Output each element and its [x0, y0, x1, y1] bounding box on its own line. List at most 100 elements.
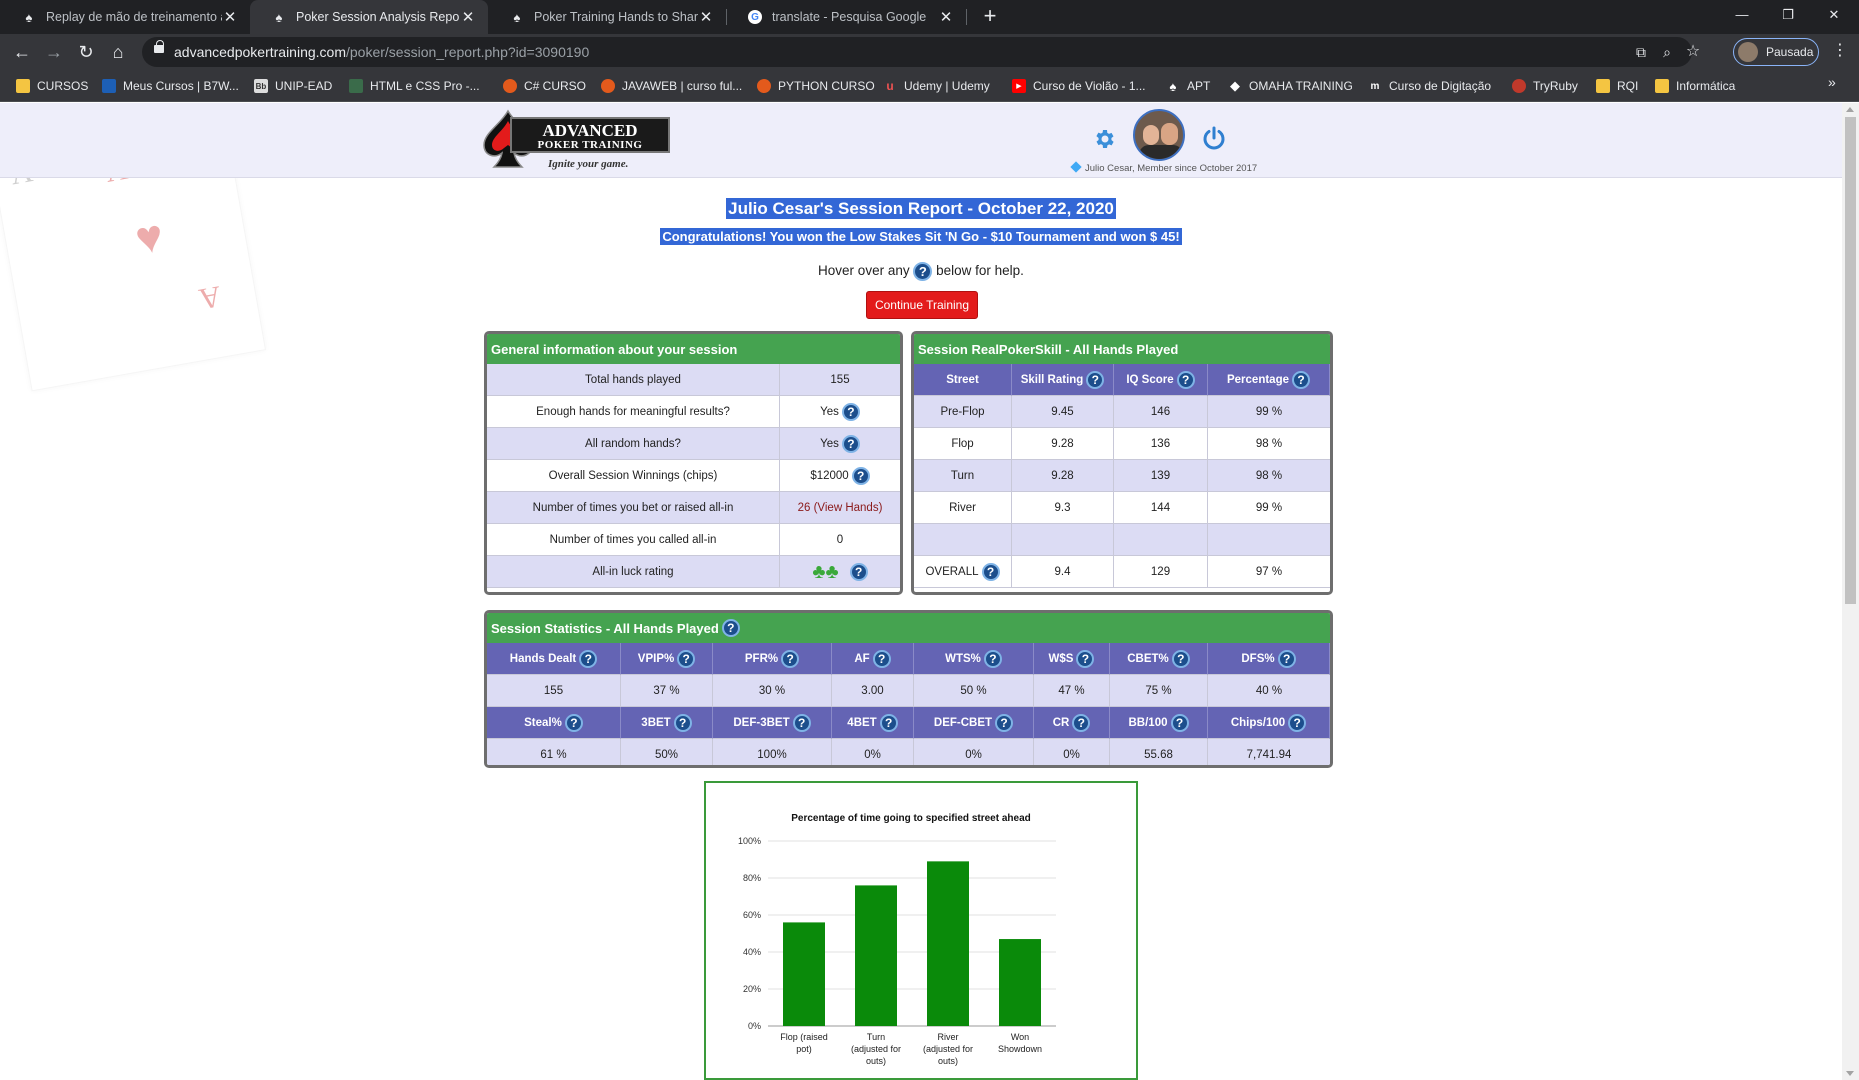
help-question-icon[interactable]: ? [849, 562, 868, 581]
power-logout-icon[interactable] [1201, 125, 1227, 151]
help-question-icon[interactable]: ? [792, 713, 811, 732]
help-question-icon[interactable]: ? [995, 713, 1014, 732]
view-hands-link[interactable]: 26 (View Hands) [780, 492, 900, 524]
bookmark-item[interactable]: CURSOS [16, 76, 88, 96]
help-question-icon[interactable]: ? [1292, 370, 1310, 389]
table-cell: 144 [1114, 492, 1208, 524]
translate-icon[interactable]: ⧉ [1632, 43, 1650, 61]
home-icon[interactable]: ⌂ [106, 41, 130, 63]
menu-kebab-icon[interactable]: ⋮ [1832, 40, 1848, 60]
bookmark-item[interactable]: ◆ OMAHA TRAINING [1228, 76, 1353, 96]
bookmark-item[interactable]: HTML e CSS Pro -... [349, 76, 480, 96]
help-question-icon[interactable]: ? [1076, 649, 1095, 668]
stat-value: 55.68 [1144, 748, 1173, 761]
close-tab-icon[interactable]: ✕ [698, 8, 714, 26]
column-header: Steal% [524, 716, 562, 729]
help-question-icon[interactable]: ? [677, 649, 696, 668]
stat-value: 155 [543, 684, 564, 697]
stat-value: 50 % [960, 684, 987, 697]
close-tab-icon[interactable]: ✕ [938, 8, 954, 26]
bookmark-item[interactable]: JAVAWEB | curso ful... [601, 76, 742, 96]
row-label: Number of times you bet or raised all-in [487, 492, 780, 524]
help-question-icon[interactable]: ? [1288, 713, 1307, 732]
gear-icon[interactable] [1092, 127, 1116, 151]
help-question-icon[interactable]: ? [983, 649, 1002, 668]
bookmark-item[interactable]: m Curso de Digitação [1368, 76, 1492, 96]
site-icon [349, 79, 363, 93]
table-cell: 7,741.94 [1208, 739, 1330, 765]
column-header: DFS% [1241, 652, 1275, 665]
help-question-icon[interactable]: ? [913, 262, 933, 281]
bookmark-item[interactable]: RQI [1596, 76, 1638, 96]
column-header-cell: DFS%? [1208, 643, 1330, 675]
help-question-icon[interactable]: ? [1086, 370, 1105, 389]
new-tab-button[interactable]: + [977, 4, 1003, 30]
help-question-icon[interactable]: ? [673, 713, 692, 732]
help-question-icon[interactable]: ? [851, 466, 870, 485]
google-favicon-icon: G [748, 10, 762, 24]
column-header-cell: 4BET? [832, 707, 914, 739]
bookmark-star-icon[interactable]: ☆ [1684, 43, 1702, 61]
row-label: All-in luck rating [487, 556, 780, 588]
minimize-icon[interactable]: — [1719, 0, 1765, 30]
help-question-icon[interactable]: ? [1171, 649, 1190, 668]
help-question-icon[interactable]: ? [579, 649, 598, 668]
profile-button[interactable]: Pausada [1733, 38, 1819, 66]
close-tab-icon[interactable]: ✕ [460, 8, 476, 26]
help-question-icon[interactable]: ? [721, 619, 740, 637]
reload-icon[interactable]: ↻ [74, 41, 98, 63]
help-question-icon[interactable]: ? [841, 434, 860, 453]
forward-arrow-icon[interactable]: → [42, 41, 66, 63]
help-question-icon[interactable]: ? [564, 713, 583, 732]
scroll-up-arrow-icon[interactable] [1846, 107, 1854, 112]
bookmark-item[interactable]: TryRuby [1512, 76, 1578, 96]
zoom-icon[interactable]: ⌕ [1658, 43, 1676, 61]
address-bar[interactable]: advancedpokertraining.com/poker/session_… [142, 37, 1700, 67]
advanced-poker-training-logo[interactable]: ADVANCED POKER TRAINING Ignite your game… [482, 109, 672, 173]
help-question-icon[interactable]: ? [879, 713, 898, 732]
help-question-icon[interactable]: ? [1170, 713, 1189, 732]
user-avatar[interactable] [1133, 109, 1185, 161]
bookmarks-overflow-icon[interactable]: » [1828, 74, 1836, 90]
back-arrow-icon[interactable]: ← [10, 41, 34, 63]
close-window-icon[interactable]: ✕ [1811, 0, 1857, 30]
vertical-scrollbar[interactable] [1842, 103, 1859, 1080]
continue-training-button[interactable]: Continue Training [866, 291, 978, 319]
scrollbar-thumb[interactable] [1845, 117, 1856, 604]
help-question-icon[interactable]: ? [872, 649, 891, 668]
help-question-icon[interactable]: ? [1176, 370, 1195, 389]
tab-title: Poker Session Analysis Report [296, 10, 460, 24]
help-question-icon[interactable]: ? [981, 562, 1000, 581]
browser-tab[interactable]: G translate - Pesquisa Google ✕ [726, 0, 966, 34]
bookmark-item[interactable]: ▶ Curso de Violão - 1... [1012, 76, 1146, 96]
session-stats-panel: Session Statistics - All Hands Played? H… [484, 610, 1333, 768]
help-question-icon[interactable]: ? [1277, 649, 1296, 668]
bookmark-item[interactable]: Meus Cursos | B7W... [102, 76, 239, 96]
bookmark-item[interactable]: C# CURSO [503, 76, 586, 96]
table-cell: 50 % [914, 675, 1034, 707]
flame-icon [757, 79, 771, 93]
table-cell: 129 [1114, 556, 1208, 588]
help-question-icon[interactable]: ? [1072, 713, 1091, 732]
bookmark-item[interactable]: Bb UNIP-EAD [254, 76, 332, 96]
table-row: Number of times you called all-in 0 [487, 524, 900, 556]
help-question-icon[interactable]: ? [841, 402, 860, 421]
congrats-message: Congratulations! You won the Low Stakes … [660, 228, 1182, 245]
browser-tab-active[interactable]: ♠ Poker Session Analysis Report ✕ [250, 0, 488, 34]
row-value: 155 [780, 364, 900, 396]
bookmark-item[interactable]: PYTHON CURSO [757, 76, 875, 96]
help-question-icon[interactable]: ? [781, 649, 800, 668]
tab-title: Replay de mão de treinamento a [46, 10, 222, 24]
bar-1 [855, 885, 897, 1026]
restore-icon[interactable]: ❐ [1765, 0, 1811, 30]
site-header: ADVANCED POKER TRAINING Ignite your game… [0, 103, 1842, 178]
bookmark-item[interactable]: u Udemy | Udemy [883, 76, 989, 96]
y-tick-label: 80% [743, 873, 761, 883]
bookmark-item[interactable]: ♠ APT [1166, 76, 1211, 96]
scroll-down-arrow-icon[interactable] [1846, 1071, 1854, 1076]
browser-tab[interactable]: ♠ Poker Training Hands to Share ✕ [488, 0, 726, 34]
bookmark-item[interactable]: Informática [1655, 76, 1735, 96]
browser-tab[interactable]: ♠ Replay de mão de treinamento a ✕ [0, 0, 250, 34]
table-cell: 75 % [1110, 675, 1208, 707]
close-tab-icon[interactable]: ✕ [222, 8, 238, 26]
